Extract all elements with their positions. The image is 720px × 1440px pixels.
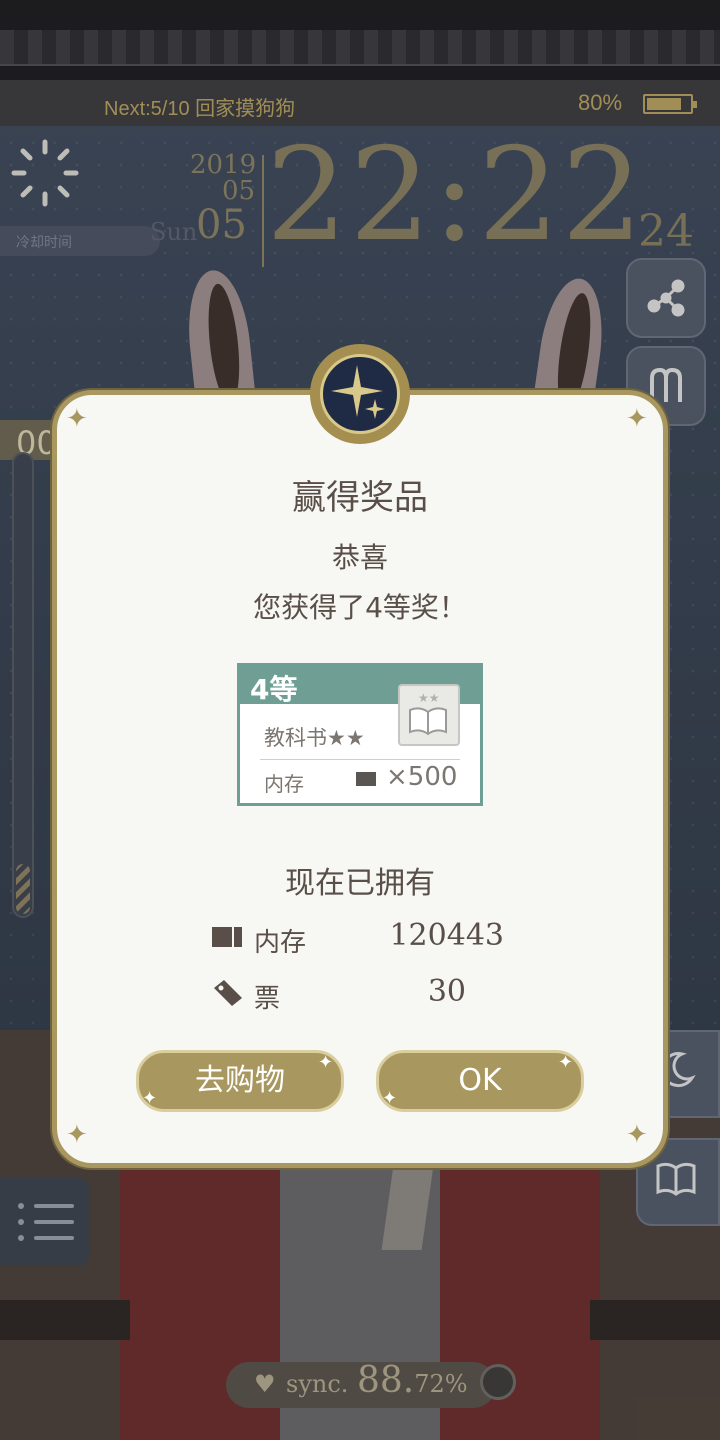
memory-card-icon	[356, 772, 376, 786]
textbook-icon: ★★	[398, 684, 460, 746]
dialog-title: 赢得奖品	[292, 478, 428, 518]
prize-item: 教科书★★	[264, 726, 365, 750]
sparkle-icon: ✦	[382, 1088, 398, 1109]
star-emblem	[320, 354, 400, 434]
prize-divider	[260, 759, 460, 760]
ticket-icon	[214, 980, 242, 1006]
owned-title: 现在已拥有	[285, 866, 435, 901]
memory-card-icon	[212, 927, 242, 947]
prize-quantity: ×500	[386, 762, 458, 792]
owned-ticket-value: 30	[427, 974, 466, 1009]
prize-card: 4等 ★★ 教科书★★ 内存 ×500	[237, 663, 483, 806]
sparkle-icon: ✦	[558, 1052, 574, 1073]
sparkle-icon: ✦	[142, 1088, 158, 1109]
go-shopping-button[interactable]: 去购物	[136, 1050, 344, 1112]
ok-button[interactable]: OK	[376, 1050, 584, 1112]
sparkle-star-icon	[331, 365, 385, 419]
dialog-congrats: 恭喜	[331, 541, 388, 574]
prize-rank: 4等	[250, 673, 298, 706]
book-icon: ★★	[409, 691, 447, 736]
sparkle-icon: ✦	[626, 1120, 648, 1150]
prize-memory-label: 内存	[264, 772, 304, 796]
owned-memory-label: 内存	[254, 928, 307, 958]
sparkle-icon: ✦	[66, 404, 88, 434]
sparkle-icon: ✦	[66, 1120, 88, 1150]
owned-memory-value: 120443	[389, 918, 504, 953]
dialog-message: 您获得了4等奖！	[253, 591, 467, 624]
sparkle-icon: ✦	[318, 1052, 334, 1073]
svg-text:★★: ★★	[418, 691, 440, 705]
sparkle-icon: ✦	[626, 404, 648, 434]
